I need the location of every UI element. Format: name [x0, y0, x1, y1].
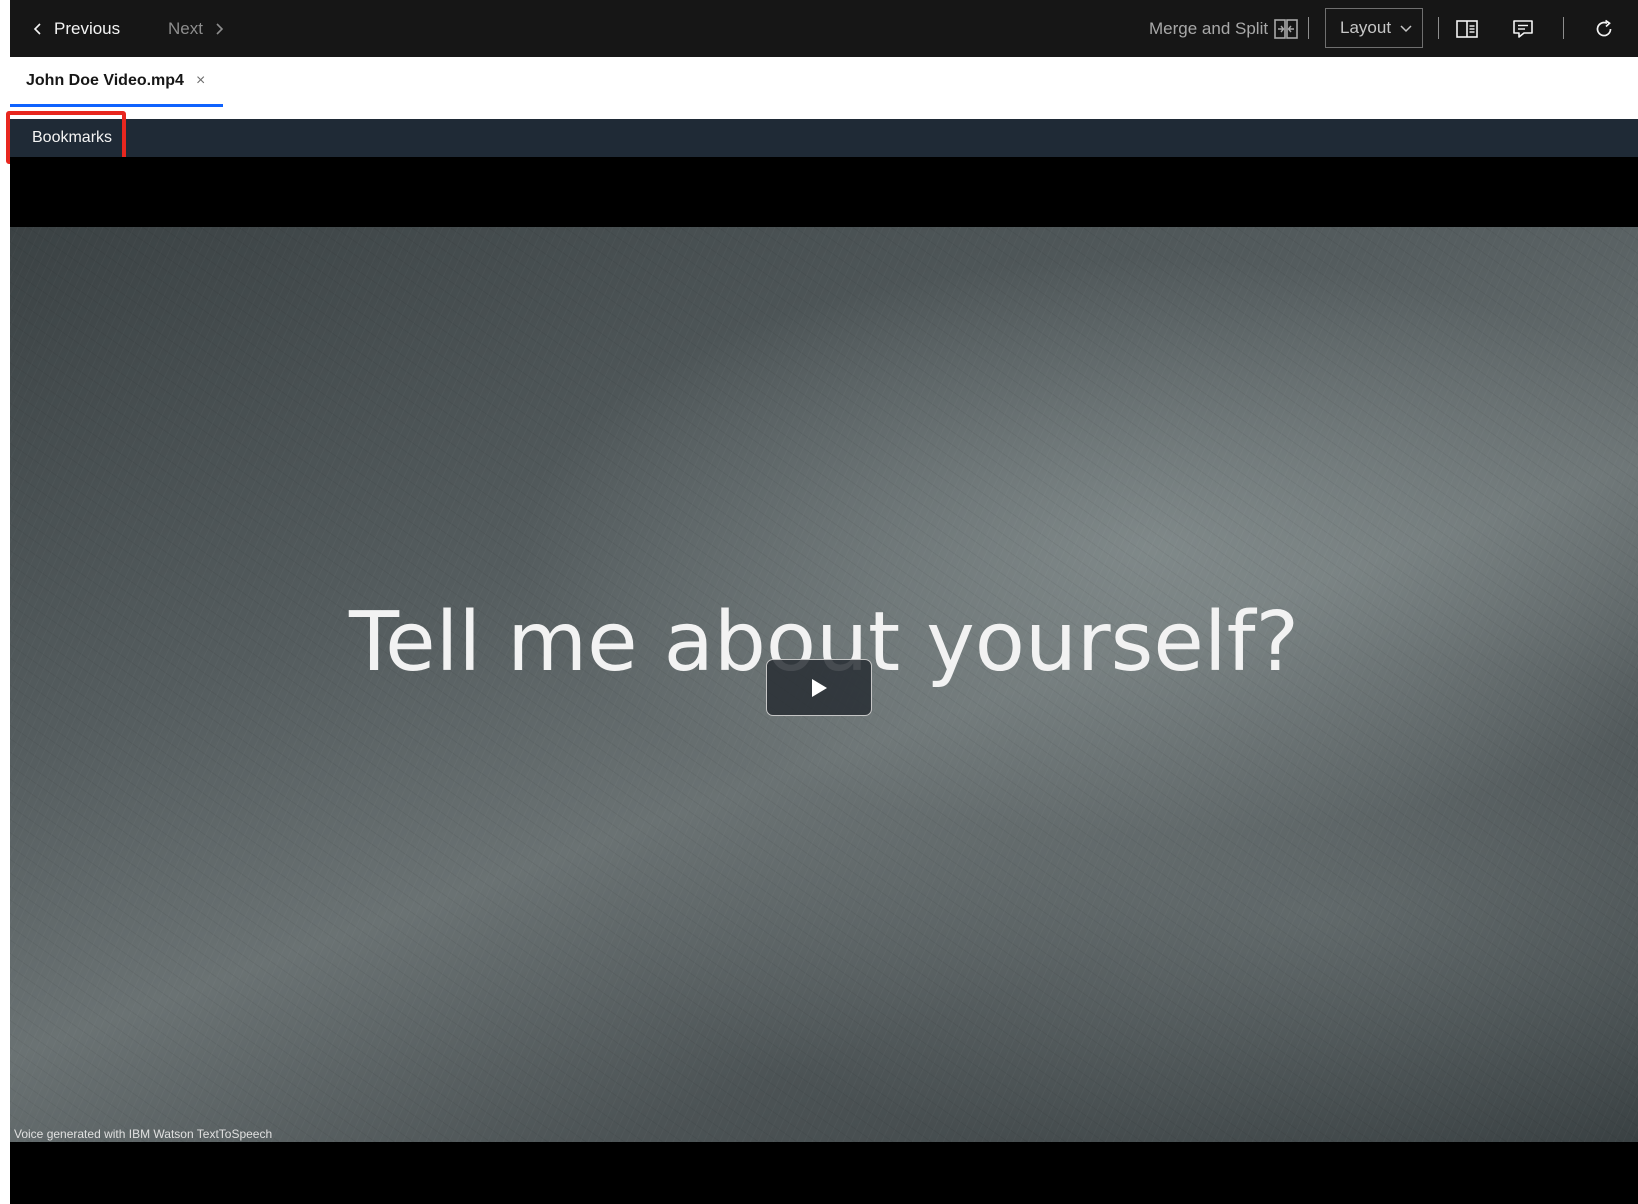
side-panel-icon [1456, 20, 1478, 38]
bookmarks-label: Bookmarks [32, 129, 113, 146]
toolbar-divider [1563, 17, 1564, 39]
next-button[interactable]: Next [168, 0, 227, 57]
layout-label: Layout [1340, 18, 1392, 37]
chevron-left-icon [33, 22, 41, 35]
play-button[interactable] [766, 659, 872, 716]
video-player[interactable]: Tell me about yourself? Voice generated … [10, 157, 1638, 1204]
top-toolbar: Previous Next Merge and Split Layout [10, 0, 1638, 57]
play-icon [812, 678, 827, 697]
chevron-right-icon [216, 22, 224, 35]
refresh-icon [1596, 19, 1612, 37]
toolbar-divider [1308, 17, 1309, 39]
tab-john-doe-video[interactable]: John Doe Video.mp4 × [10, 57, 223, 107]
video-frame: Tell me about yourself? Voice generated … [10, 227, 1638, 1142]
left-gutter [0, 0, 10, 1204]
next-label: Next [168, 18, 203, 38]
refresh-button[interactable] [1587, 12, 1621, 46]
document-tab-bar: John Doe Video.mp4 × [10, 57, 1638, 119]
toolbar-divider [1438, 17, 1439, 39]
chevron-down-icon [1400, 25, 1412, 33]
bookmarks-button[interactable]: Bookmarks [18, 121, 124, 155]
voice-credit: Voice generated with IBM Watson TextToSp… [14, 1127, 273, 1141]
merge-and-split-label: Merge and Split [1149, 18, 1269, 38]
side-panel-button[interactable] [1450, 12, 1484, 46]
previous-label: Previous [54, 18, 121, 38]
comment-icon [1513, 20, 1533, 38]
layout-dropdown[interactable]: Layout [1325, 8, 1423, 48]
tab-label: John Doe Video.mp4 [26, 71, 184, 89]
merge-and-split-button[interactable]: Merge and Split [1149, 0, 1298, 57]
bookmarks-bar: Bookmarks [10, 119, 1638, 157]
merge-split-icon [1274, 18, 1298, 39]
close-icon[interactable]: × [196, 72, 205, 90]
previous-button[interactable]: Previous [30, 0, 120, 57]
comments-button[interactable] [1506, 12, 1540, 46]
